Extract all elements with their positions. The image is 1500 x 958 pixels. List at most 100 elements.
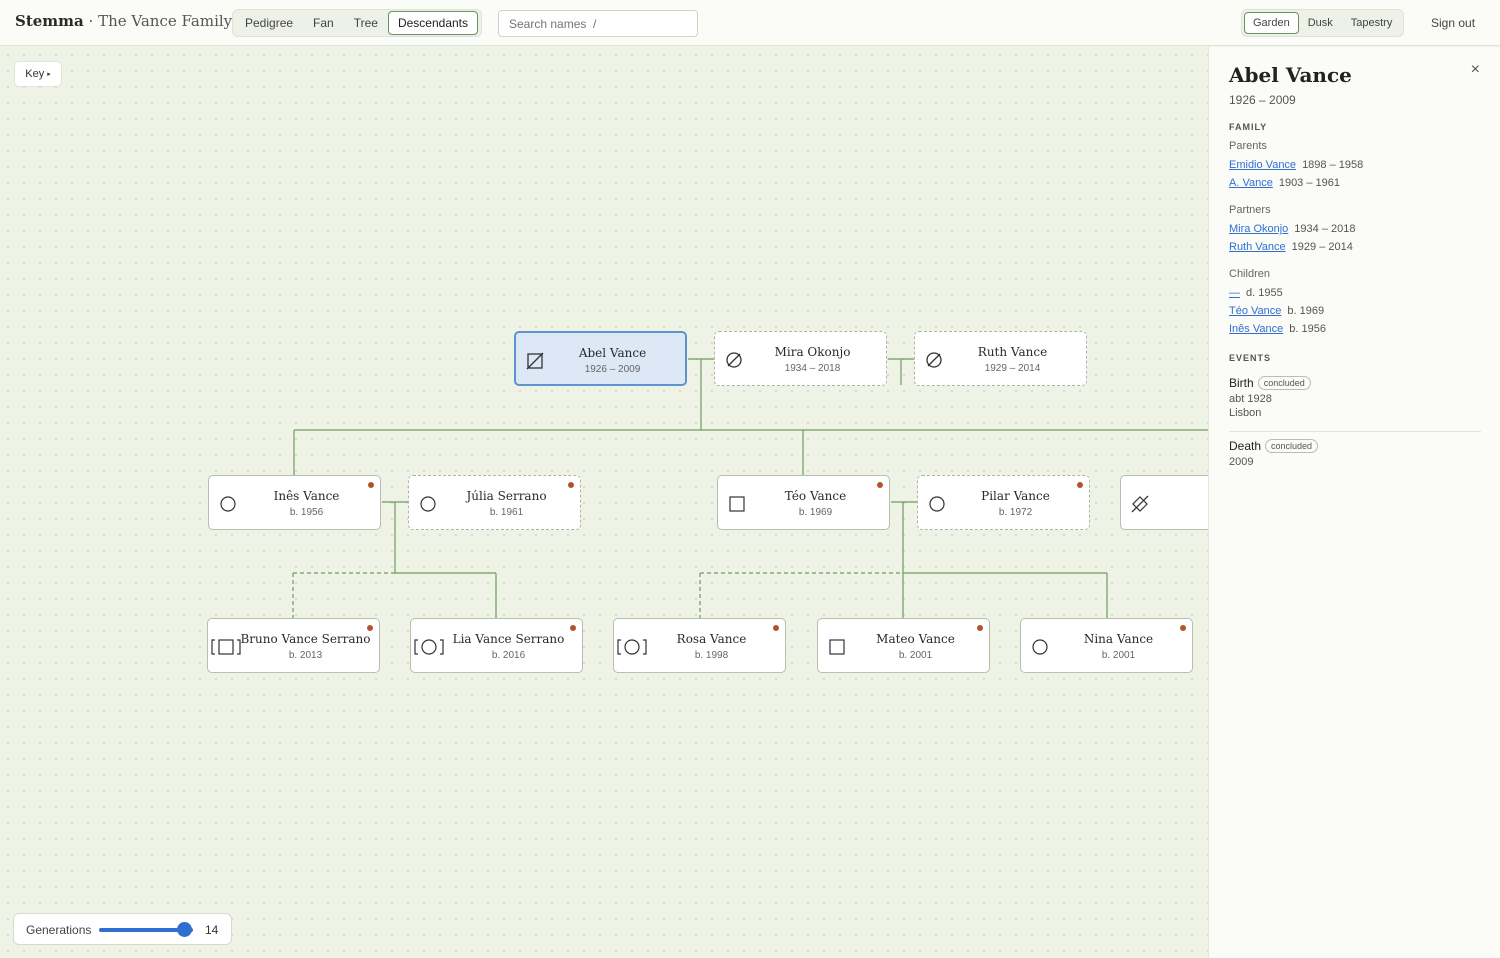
partner-dates: 1929 – 2014: [1291, 241, 1353, 253]
partner-link[interactable]: Mira Okonjo: [1229, 223, 1288, 235]
person-name: Abel Vance: [578, 346, 647, 360]
child-row: — d. 1955: [1229, 287, 1283, 299]
panel-person-dates: 1926 – 2009: [1229, 93, 1296, 107]
person-card-lia[interactable]: Lia Vance Serrano b. 2016: [410, 618, 583, 673]
tab-fan[interactable]: Fan: [303, 11, 344, 35]
record-dot-icon: [977, 625, 983, 631]
child-row: Téo Vance b. 1969: [1229, 305, 1324, 317]
record-dot-icon: [1077, 482, 1083, 488]
child-dates: b. 1956: [1289, 323, 1326, 335]
person-card-pilar[interactable]: Pilar Vance b. 1972: [917, 475, 1090, 530]
partner-row: Mira Okonjo 1934 – 2018: [1229, 223, 1355, 235]
person-name: Pilar Vance: [981, 489, 1050, 503]
parent-link[interactable]: A. Vance: [1229, 177, 1273, 189]
events-heading: EVENTS: [1229, 353, 1272, 363]
person-card-abel[interactable]: Abel Vance 1926 – 2009: [514, 331, 687, 386]
record-dot-icon: [568, 482, 574, 488]
caret-right-icon: ▸: [47, 71, 51, 78]
person-dates: b. 1972: [998, 507, 1033, 518]
child-row: Inês Vance b. 1956: [1229, 323, 1326, 335]
panel-person-name: Abel Vance: [1229, 63, 1352, 87]
generations-label: Generations: [26, 923, 92, 937]
person-name: Nina Vance: [1083, 632, 1154, 646]
person-dates: b. 2001: [1101, 650, 1136, 661]
theme-switcher: Garden Dusk Tapestry: [1241, 9, 1404, 37]
status-badge: concluded: [1265, 439, 1319, 453]
parent-link[interactable]: Emidio Vance: [1229, 159, 1296, 171]
child-link[interactable]: Inês Vance: [1229, 323, 1283, 335]
child-link[interactable]: —: [1229, 287, 1240, 299]
child-dates: b. 1969: [1287, 305, 1325, 317]
event-type: Birth: [1229, 376, 1254, 390]
parent-row: Emidio Vance 1898 – 1958: [1229, 159, 1363, 171]
person-card-ruth[interactable]: Ruth Vance 1929 – 2014: [914, 331, 1087, 386]
record-dot-icon: [367, 625, 373, 631]
parent-dates: 1898 – 1958: [1302, 159, 1364, 171]
app-header: Stemma · The Vance Family Pedigree Fan T…: [0, 0, 1500, 46]
person-dates: b. 1961: [489, 507, 524, 518]
person-card-unknown[interactable]: d: [1120, 475, 1208, 530]
partner-dates: 1934 – 2018: [1294, 223, 1356, 235]
view-switcher: Pedigree Fan Tree Descendants: [232, 9, 482, 37]
record-dot-icon: [773, 625, 779, 631]
child-dates: d. 1955: [1246, 287, 1283, 299]
search-input[interactable]: [498, 10, 698, 37]
person-card-ines[interactable]: Inês Vance b. 1956: [208, 475, 381, 530]
app-title: Stemma · The Vance Family: [15, 12, 232, 30]
theme-tapestry[interactable]: Tapestry: [1342, 12, 1402, 34]
person-card-mira[interactable]: Mira Okonjo 1934 – 2018: [714, 331, 887, 386]
tab-pedigree[interactable]: Pedigree: [235, 11, 303, 35]
family-heading: FAMILY: [1229, 122, 1268, 132]
person-dates: d: [1145, 507, 1208, 518]
person-dates: b. 1956: [289, 507, 324, 518]
person-card-rosa[interactable]: Rosa Vance b. 1998: [613, 618, 786, 673]
event-type: Death: [1229, 439, 1262, 453]
person-dates: b. 2001: [898, 650, 933, 661]
app-name: Stemma: [15, 12, 84, 30]
event-place: Lisbon: [1229, 407, 1262, 419]
record-dot-icon: [368, 482, 374, 488]
generations-slider-thumb[interactable]: [176, 922, 192, 937]
person-card-bruno[interactable]: Bruno Vance Serrano b. 2013: [207, 618, 380, 673]
person-name: Bruno Vance Serrano: [240, 632, 371, 646]
theme-garden[interactable]: Garden: [1244, 12, 1299, 34]
close-icon[interactable]: ×: [1471, 61, 1480, 79]
person-dates: 1934 – 2018: [784, 363, 841, 374]
person-detail-panel: × Abel Vance 1926 – 2009 FAMILY Parents …: [1208, 47, 1500, 958]
person-name: Rosa Vance: [676, 632, 747, 646]
key-button[interactable]: Key ▸: [14, 61, 62, 87]
key-label: Key: [25, 68, 45, 80]
parents-label: Parents: [1229, 140, 1267, 152]
event-date: 2009: [1229, 456, 1254, 468]
event-date: abt 1928: [1229, 393, 1272, 405]
generations-control: Generations 14: [13, 913, 232, 945]
event-death[interactable]: Death concluded: [1229, 439, 1319, 453]
child-link[interactable]: Téo Vance: [1229, 305, 1281, 317]
parent-dates: 1903 – 1961: [1278, 177, 1340, 189]
parent-row: A. Vance 1903 – 1961: [1229, 177, 1340, 189]
person-card-julia[interactable]: Júlia Serrano b. 1961: [408, 475, 581, 530]
tree-canvas[interactable]: Key ▸ Abel Vance 1926 – 2009 Mira Okonjo …: [0, 47, 1208, 958]
person-name: Inês Vance: [273, 489, 340, 503]
person-name: Mateo Vance: [876, 632, 955, 646]
person-dates: 1926 – 2009: [584, 364, 641, 375]
partner-row: Ruth Vance 1929 – 2014: [1229, 241, 1353, 253]
theme-dusk[interactable]: Dusk: [1299, 12, 1342, 34]
person-dates: b. 2016: [491, 650, 526, 661]
partner-link[interactable]: Ruth Vance: [1229, 241, 1286, 253]
event-birth[interactable]: Birth concluded: [1229, 376, 1311, 390]
tab-tree[interactable]: Tree: [344, 11, 388, 35]
tab-descendants[interactable]: Descendants: [387, 11, 479, 35]
divider: [1229, 431, 1481, 432]
sign-out-link[interactable]: Sign out: [1431, 16, 1475, 30]
person-name: Lia Vance Serrano: [452, 632, 565, 646]
person-card-teo[interactable]: Téo Vance b. 1969: [717, 475, 890, 530]
person-dates: b. 1998: [694, 650, 729, 661]
person-dates: b. 2013: [288, 650, 323, 661]
person-dates: b. 1969: [798, 507, 833, 518]
person-name: Mira Okonjo: [774, 345, 851, 359]
person-card-mateo[interactable]: Mateo Vance b. 2001: [817, 618, 990, 673]
record-dot-icon: [570, 625, 576, 631]
status-badge: concluded: [1257, 376, 1311, 390]
person-card-nina[interactable]: Nina Vance b. 2001: [1020, 618, 1193, 673]
